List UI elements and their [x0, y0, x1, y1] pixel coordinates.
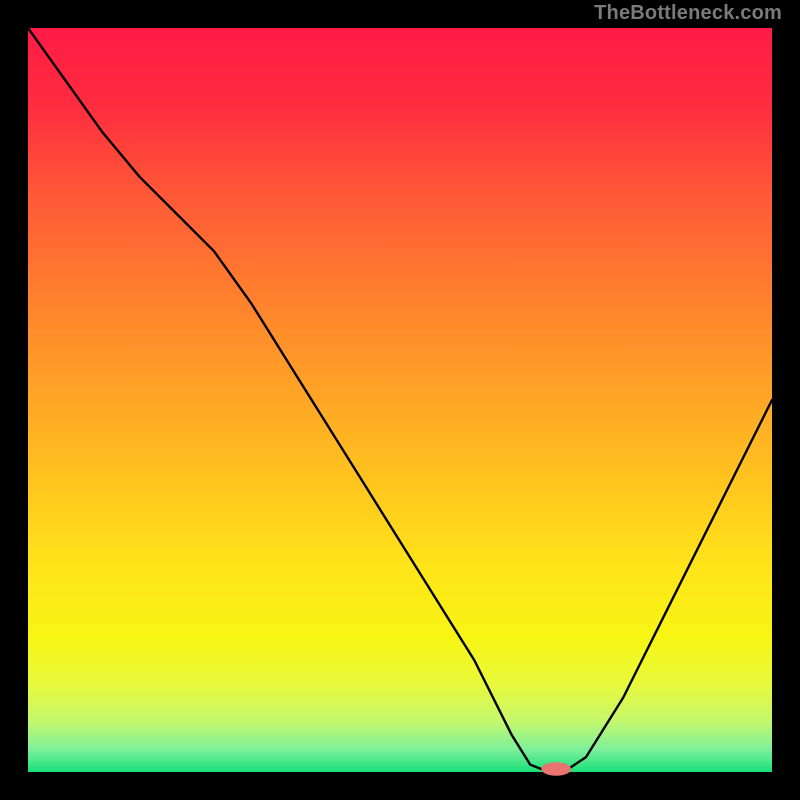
gradient-background	[28, 28, 772, 772]
plot-area	[28, 28, 772, 776]
bottleneck-chart	[0, 0, 800, 800]
watermark-text: TheBottleneck.com	[594, 2, 782, 25]
chart-container: TheBottleneck.com	[0, 0, 800, 800]
optimal-marker	[541, 762, 571, 775]
